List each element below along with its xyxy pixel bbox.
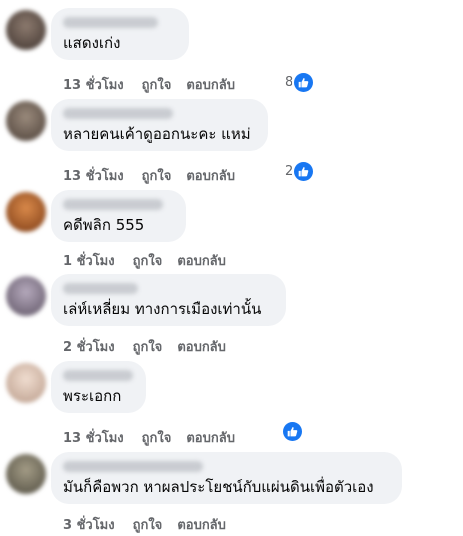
- author-name-blurred[interactable]: [63, 461, 203, 472]
- reply-button[interactable]: ตอบกลับ: [177, 514, 226, 535]
- comment-timestamp[interactable]: 1 ชั่วโมง: [63, 250, 115, 271]
- comment-text: มันก็คือพวก หาผลประโยชน์กับแผ่นดินเพื่อต…: [63, 478, 374, 496]
- like-button[interactable]: ถูกใจ: [142, 165, 172, 186]
- comment-actions: 1 ชั่วโมง ถูกใจ ตอบกลับ: [63, 250, 241, 271]
- comment-timestamp[interactable]: 3 ชั่วโมง: [63, 514, 115, 535]
- author-name-blurred[interactable]: [63, 199, 163, 210]
- comment-bubble: แสดงเก่ง: [51, 8, 189, 60]
- avatar[interactable]: [6, 454, 46, 494]
- thumbs-up-icon: [294, 72, 314, 92]
- comment-text: หลายคนเค้าดูออกนะคะ แหม่: [63, 125, 251, 143]
- thumbs-up-icon: [283, 421, 302, 441]
- comment-bubble: เล่ห์เหลี่ยม ทางการเมืองเท่านั้น: [51, 274, 286, 326]
- comment-timestamp[interactable]: 13 ชั่วโมง: [63, 165, 124, 186]
- comment-bubble: มันก็คือพวก หาผลประโยชน์กับแผ่นดินเพื่อต…: [51, 452, 402, 504]
- comment-text: แสดงเก่ง: [63, 34, 121, 52]
- reaction-count: 8: [285, 74, 294, 90]
- reaction-summary[interactable]: [283, 421, 302, 441]
- comment-thread: แสดงเก่ง 13 ชั่วโมง ถูกใจ ตอบกลับ 8 หลายคน…: [0, 0, 463, 536]
- like-button[interactable]: ถูกใจ: [133, 514, 163, 535]
- comment-timestamp[interactable]: 13 ชั่วโมง: [63, 74, 124, 95]
- author-name-blurred[interactable]: [63, 108, 173, 119]
- like-button[interactable]: ถูกใจ: [142, 427, 172, 448]
- avatar[interactable]: [6, 192, 46, 232]
- avatar[interactable]: [6, 101, 46, 141]
- reply-button[interactable]: ตอบกลับ: [186, 165, 235, 186]
- reply-button[interactable]: ตอบกลับ: [186, 74, 235, 95]
- comment-actions: 2 ชั่วโมง ถูกใจ ตอบกลับ: [63, 336, 241, 357]
- comment-actions: 3 ชั่วโมง ถูกใจ ตอบกลับ: [63, 514, 241, 535]
- comment-text: เล่ห์เหลี่ยม ทางการเมืองเท่านั้น: [63, 300, 262, 318]
- like-button[interactable]: ถูกใจ: [133, 250, 163, 271]
- comment-bubble: คดีพลิก 555: [51, 190, 186, 242]
- comment-text: พระเอกก: [63, 387, 122, 405]
- reply-button[interactable]: ตอบกลับ: [177, 250, 226, 271]
- like-button[interactable]: ถูกใจ: [133, 336, 163, 357]
- reply-button[interactable]: ตอบกลับ: [177, 336, 226, 357]
- author-name-blurred[interactable]: [63, 370, 133, 381]
- comment-bubble: หลายคนเค้าดูออกนะคะ แหม่: [51, 99, 268, 151]
- reaction-summary[interactable]: 2: [285, 161, 314, 181]
- reply-button[interactable]: ตอบกลับ: [186, 427, 235, 448]
- avatar[interactable]: [6, 10, 46, 50]
- comment-text: คดีพลิก 555: [63, 216, 145, 234]
- comment-actions: 13 ชั่วโมง ถูกใจ ตอบกลับ: [63, 165, 250, 186]
- like-button[interactable]: ถูกใจ: [142, 74, 172, 95]
- author-name-blurred[interactable]: [63, 17, 158, 28]
- comment-bubble: พระเอกก: [51, 361, 146, 413]
- thumbs-up-icon: [294, 161, 314, 181]
- comment-timestamp[interactable]: 13 ชั่วโมง: [63, 427, 124, 448]
- avatar[interactable]: [6, 276, 46, 316]
- author-name-blurred[interactable]: [63, 283, 138, 294]
- reaction-summary[interactable]: 8: [285, 72, 314, 92]
- comment-actions: 13 ชั่วโมง ถูกใจ ตอบกลับ: [63, 74, 250, 95]
- comment-timestamp[interactable]: 2 ชั่วโมง: [63, 336, 115, 357]
- avatar[interactable]: [6, 363, 46, 403]
- reaction-count: 2: [285, 163, 294, 179]
- comment-actions: 13 ชั่วโมง ถูกใจ ตอบกลับ: [63, 427, 250, 448]
